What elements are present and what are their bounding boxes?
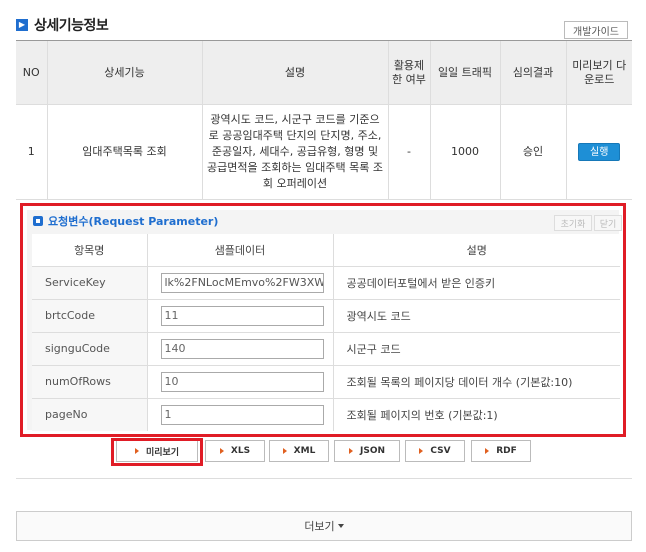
header-review: 심의결과 [499, 40, 566, 105]
triangle-right-icon [282, 448, 287, 454]
run-button[interactable]: 실행 [578, 143, 621, 161]
more-button[interactable]: 더보기 [16, 511, 632, 541]
params-table: 항목명 샘플데이터 설명 ServiceKey lk%2FNLocMEmvo%2… [32, 234, 620, 431]
header-traffic: 일일 트래픽 [429, 40, 500, 105]
xls-button[interactable]: XLS [205, 440, 265, 462]
params-header-sample: 샘플데이터 [146, 234, 333, 267]
reset-button[interactable]: 초기화 [554, 215, 592, 231]
feature-table: NO 상세기능 설명 활용제한 여부 일일 트래픽 심의결과 미리보기 다운로드… [16, 40, 632, 200]
param-name: signguCode [32, 332, 147, 366]
param-desc: 광역시도 코드 [332, 299, 620, 333]
caret-down-icon [337, 524, 344, 528]
xml-button[interactable]: XML [269, 440, 329, 462]
xls-label: XLS [230, 446, 251, 456]
param-name: numOfRows [32, 365, 147, 399]
request-parameter-panel: 요청변수(Request Parameter) 초기화 닫기 항목명 샘플데이터… [20, 203, 626, 437]
header-no: NO [16, 40, 47, 105]
triangle-right-icon [485, 448, 490, 454]
json-label: JSON [359, 446, 385, 456]
numofrows-input[interactable]: 10 [160, 371, 324, 392]
param-name: pageNo [32, 398, 147, 431]
chevron-right-icon: ▶ [16, 19, 28, 31]
section-bullet-icon [33, 216, 43, 226]
csv-label: CSV [430, 446, 451, 456]
row-description: 광역시도 코드, 시군구 코드를 기준으로 공공임대주택 단지의 단지명, 주소… [201, 104, 388, 200]
format-button-row: 미리보기 XLS XML JSON CSV RDF [0, 440, 646, 464]
more-label: 더보기 [304, 520, 335, 533]
row-no: 1 [16, 104, 47, 200]
table-header-row: NO 상세기능 설명 활용제한 여부 일일 트래픽 심의결과 미리보기 다운로드 [16, 40, 632, 105]
brtccode-input[interactable]: 11 [160, 305, 324, 326]
table-row: pageNo 1 조회될 페이지의 번호 (기본값:1) [32, 398, 620, 431]
servicekey-input[interactable]: lk%2FNLocMEmvo%2FW3XWFp [160, 272, 324, 293]
close-button[interactable]: 닫기 [594, 215, 622, 231]
request-parameter-title: 요청변수(Request Parameter) [48, 215, 219, 228]
pageno-input[interactable]: 1 [160, 404, 324, 425]
row-traffic: 1000 [429, 104, 500, 200]
param-name: brtcCode [32, 299, 147, 333]
row-feature: 임대주택목록 조회 [46, 104, 202, 200]
params-header-name: 항목명 [32, 234, 147, 267]
param-name: ServiceKey [32, 266, 147, 300]
table-row: numOfRows 10 조회될 목록의 페이지당 데이터 개수 (기본값:10… [32, 365, 620, 399]
json-button[interactable]: JSON [334, 440, 400, 462]
table-row: signguCode 140 시군구 코드 [32, 332, 620, 366]
row-run-cell: 실행 [565, 104, 632, 200]
request-parameter-header: 요청변수(Request Parameter) [33, 213, 218, 229]
signgucode-input[interactable]: 140 [160, 338, 324, 359]
request-parameter-body: 요청변수(Request Parameter) 초기화 닫기 항목명 샘플데이터… [27, 210, 622, 431]
rdf-button[interactable]: RDF [471, 440, 531, 462]
divider [16, 478, 632, 479]
triangle-right-icon [219, 448, 224, 454]
preview-highlight [111, 438, 203, 466]
params-header-desc: 설명 [332, 234, 620, 267]
param-desc: 조회될 페이지의 번호 (기본값:1) [332, 398, 620, 431]
row-restriction: - [387, 104, 430, 200]
row-review: 승인 [499, 104, 566, 200]
section-header: ▶ 상세기능정보 [16, 15, 109, 35]
table-row: ServiceKey lk%2FNLocMEmvo%2FW3XWFp 공공데이터… [32, 266, 620, 300]
param-desc: 공공데이터포털에서 받은 인증키 [332, 266, 620, 300]
dev-guide-button[interactable]: 개발가이드 [564, 21, 628, 39]
table-row: brtcCode 11 광역시도 코드 [32, 299, 620, 333]
header-description: 설명 [201, 40, 388, 105]
params-header-row: 항목명 샘플데이터 설명 [32, 234, 620, 267]
xml-label: XML [293, 446, 316, 456]
triangle-right-icon [419, 448, 424, 454]
table-row: 1 임대주택목록 조회 광역시도 코드, 시군구 코드를 기준으로 공공임대주택… [16, 104, 632, 200]
triangle-right-icon [348, 448, 353, 454]
header-feature: 상세기능 [46, 40, 202, 105]
param-desc: 조회될 목록의 페이지당 데이터 개수 (기본값:10) [332, 365, 620, 399]
header-preview-download: 미리보기 다운로드 [565, 40, 632, 105]
rdf-label: RDF [496, 446, 517, 456]
header-restriction: 활용제한 여부 [387, 40, 430, 105]
param-desc: 시군구 코드 [332, 332, 620, 366]
section-title: 상세기능정보 [34, 18, 109, 34]
csv-button[interactable]: CSV [405, 440, 465, 462]
